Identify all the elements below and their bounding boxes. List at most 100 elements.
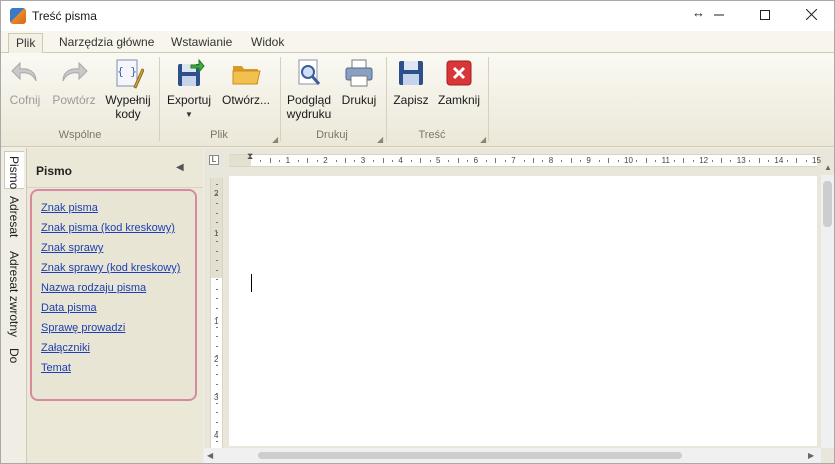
export-button[interactable]: Exportuj ▼ [164, 57, 214, 122]
ruler-tick [216, 222, 218, 223]
ruler-number: 4 [398, 156, 403, 165]
window-title: Treść pisma [32, 9, 97, 23]
ruler-number: 2 [323, 156, 328, 165]
indent-marker-icon[interactable]: ⧗ [247, 152, 253, 161]
maximize-button[interactable] [742, 1, 788, 31]
tab-stop-selector[interactable]: L [209, 155, 219, 165]
document-page[interactable] [229, 176, 817, 446]
side-tab-adresat-zwrotny[interactable]: Adresat zwrotny [4, 251, 24, 339]
side-tabs: Pismo Adresat Adresat zwrotny Do wiadomo… [0, 148, 27, 463]
ruler-number: 14 [774, 156, 784, 165]
scroll-right-icon[interactable]: ▶ [808, 451, 814, 460]
minimize-icon [714, 14, 724, 16]
panel-title: Pismo [36, 164, 73, 178]
ruler-number: 1 [285, 156, 291, 165]
ruler-tick [216, 383, 218, 385]
field-link[interactable]: Znak sprawy [41, 242, 103, 254]
ruler-tick [216, 336, 218, 337]
tab-widok[interactable]: Widok [244, 33, 291, 53]
ruler-tick [216, 269, 218, 271]
tab-plik[interactable]: Plik [8, 33, 44, 54]
text-caret [251, 274, 252, 292]
group-launcher-icon[interactable]: ◢ [377, 135, 383, 144]
title-bar: Treść pisma ↔ [1, 1, 834, 31]
ruler-tick [542, 160, 544, 162]
field-link[interactable]: Znak sprawy (kod kreskowy) [41, 262, 180, 274]
close-window-button[interactable] [788, 1, 834, 31]
ruler-tick [580, 160, 581, 162]
print-preview-button[interactable]: Podgląd wydruku [285, 57, 333, 121]
group-launcher-icon[interactable]: ◢ [272, 135, 278, 144]
close-icon [805, 8, 817, 21]
ruler-tick [316, 160, 318, 162]
ruler-tick [216, 364, 218, 366]
folder-icon [232, 66, 261, 85]
save-label: Zapisz [393, 93, 429, 107]
ruler-tick [216, 412, 218, 413]
ruler-tick [216, 203, 218, 204]
side-tab-do-wiadomosci[interactable]: Do wiadomości [0, 348, 24, 428]
ruler-tick [335, 160, 337, 162]
field-link[interactable]: Załączniki [41, 342, 90, 354]
ruler-tick [216, 260, 218, 261]
ruler-tick [674, 160, 675, 162]
export-disk-icon [178, 58, 205, 86]
ruler-number: 4 [214, 431, 219, 440]
ruler-tick [373, 160, 375, 162]
field-link[interactable]: Temat [41, 362, 71, 374]
minimize-button[interactable] [696, 1, 742, 31]
print-button[interactable]: Drukuj [339, 57, 379, 107]
ruler-tick [392, 160, 393, 162]
field-link[interactable]: Sprawę prowadzi [41, 322, 125, 334]
ruler-tick [216, 355, 218, 356]
horizontal-scrollbar[interactable]: ◀ ▶ [204, 448, 821, 463]
ruler-tick [570, 158, 572, 163]
panel-header: Pismo ◀ [27, 148, 203, 188]
ruler-tick [279, 160, 281, 162]
ruler-tick [692, 160, 694, 162]
close-button[interactable]: Zamknij [437, 57, 481, 107]
field-link[interactable]: Data pisma [41, 302, 97, 314]
ruler-tick [486, 160, 487, 162]
vertical-ruler[interactable]: 211234 [210, 178, 223, 448]
vertical-scrollbar[interactable]: ▲ [821, 163, 834, 448]
field-link[interactable]: Znak pisma (kod kreskowy) [41, 222, 175, 234]
group-launcher-icon[interactable]: ◢ [480, 135, 486, 144]
redo-button[interactable]: Powtórz [51, 57, 97, 107]
ruler-number: 9 [586, 156, 591, 165]
export-label: Exportuj [166, 93, 212, 107]
ruler-tick [467, 160, 469, 162]
ruler-tick [216, 241, 218, 242]
printer-icon [345, 59, 373, 87]
ruler-tick [448, 160, 450, 162]
ruler-tick [216, 421, 218, 423]
ruler-tick [730, 160, 732, 162]
magnifier-page-icon [298, 59, 321, 85]
ruler-tick [216, 317, 218, 318]
undo-button[interactable]: Cofnij [7, 57, 43, 107]
ruler-tick [523, 160, 525, 162]
dropdown-arrow-icon: ▼ [185, 110, 193, 119]
group-label-plik: Plik [210, 129, 228, 141]
save-button[interactable]: Zapisz [392, 57, 430, 107]
side-tab-adresat[interactable]: Adresat [4, 196, 24, 244]
collapse-left-icon[interactable]: ◀ [176, 162, 184, 173]
field-link[interactable]: Znak pisma [41, 202, 98, 214]
tab-narzedzia-glowne[interactable]: Narzędzia główne [52, 33, 161, 53]
tab-wstawianie[interactable]: Wstawianie [164, 33, 239, 53]
ruler-tick [420, 158, 422, 163]
ruler-tick [216, 298, 218, 299]
side-tab-pismo[interactable]: Pismo [4, 151, 24, 189]
horizontal-scroll-thumb[interactable] [258, 452, 682, 459]
field-link[interactable]: Nazwa rodzaju pisma [41, 282, 146, 294]
vertical-scroll-thumb[interactable] [823, 181, 832, 227]
scroll-up-icon[interactable]: ▲ [824, 163, 832, 172]
open-button[interactable]: Otwórz... [219, 57, 273, 107]
ruler-tick [410, 160, 412, 162]
fill-codes-button[interactable]: { } Wypełnij kody [103, 57, 153, 121]
ruler-tick [805, 160, 807, 162]
fields-panel: Pismo ◀ Znak pisma Znak pisma (kod kresk… [27, 148, 203, 463]
undo-label: Cofnij [9, 93, 41, 107]
scroll-left-icon[interactable]: ◀ [207, 451, 213, 460]
horizontal-ruler[interactable]: 1 2 3 4 5 6 7 8 9 10 11 12 13 14 15 ⧗ [229, 152, 821, 167]
